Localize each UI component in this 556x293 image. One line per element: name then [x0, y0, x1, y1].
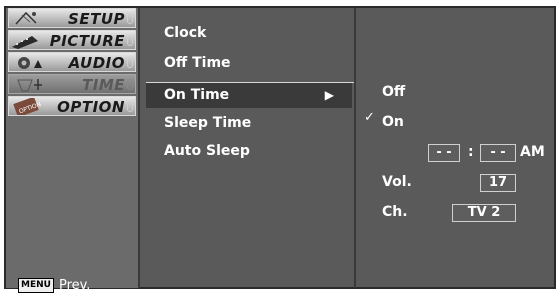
main-menu-column: SETUP PICTURE AUDIO TIME OPTION OPTION M… [6, 8, 140, 293]
submenu-item-auto-sleep[interactable]: Auto Sleep [146, 138, 352, 164]
submenu-item-label: Sleep Time [164, 115, 252, 131]
tab-setup[interactable]: SETUP [8, 8, 136, 28]
clock-icon [17, 79, 42, 92]
submenu-item-clock[interactable]: Clock [146, 20, 352, 46]
hour-field[interactable]: - - [428, 144, 460, 162]
option-icon: OPTION [13, 98, 42, 115]
submenu-item-label: Off Time [164, 55, 231, 71]
submenu-item-label: On Time [164, 87, 230, 103]
tab-marker [127, 35, 133, 46]
minute-field[interactable]: - - [480, 144, 516, 162]
time-separator: : [468, 144, 474, 160]
tab-setup-label: SETUP [68, 10, 125, 28]
tab-time-label: TIME [82, 76, 125, 94]
satellite-icon [15, 11, 37, 25]
vol-label: Vol. [382, 174, 412, 190]
tab-option-label: OPTION [57, 98, 125, 116]
menu-prev-button[interactable]: MENU Prev. [18, 278, 90, 293]
ch-label: Ch. [382, 204, 408, 220]
tab-picture-label: PICTURE [49, 32, 125, 50]
tab-time[interactable]: TIME [8, 74, 136, 94]
submenu-item-label: Auto Sleep [164, 143, 250, 159]
tab-marker [127, 57, 133, 68]
tab-marker [127, 79, 133, 90]
submenu-item-off-time[interactable]: Off Time [146, 50, 352, 76]
arrow-right-icon: ▶ [324, 88, 334, 102]
tab-audio-label: AUDIO [68, 54, 125, 72]
tab-option[interactable]: OPTION OPTION [8, 96, 136, 116]
menu-key-icon: MENU [18, 278, 54, 293]
film-icon [12, 36, 38, 49]
on-time-panel: Off ✓ On - - : - - AM Vol. 17 Ch. TV 2 [354, 8, 556, 288]
prev-label: Prev. [58, 278, 91, 293]
submenu-item-sleep-time[interactable]: Sleep Time [146, 110, 352, 136]
tab-picture[interactable]: PICTURE [8, 30, 136, 50]
volume-field[interactable]: 17 [480, 174, 516, 192]
speaker-icon [18, 57, 42, 69]
submenu-item-label: Clock [164, 25, 207, 41]
channel-field[interactable]: TV 2 [452, 204, 516, 222]
check-icon: ✓ [364, 110, 375, 125]
time-submenu: Clock Off Time On Time ▶ Sleep Time Auto… [146, 14, 352, 284]
option-off[interactable]: Off [382, 84, 405, 100]
tab-marker [127, 101, 133, 112]
divider [146, 82, 354, 83]
ampm-field[interactable]: AM [520, 144, 545, 160]
tab-audio[interactable]: AUDIO [8, 52, 136, 72]
tab-marker [127, 13, 133, 24]
option-on[interactable]: On [382, 114, 404, 130]
submenu-item-on-time[interactable]: On Time ▶ [146, 82, 352, 108]
